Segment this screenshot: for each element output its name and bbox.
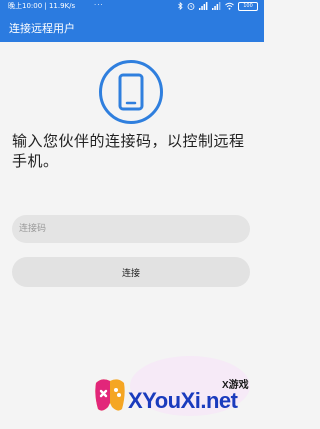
gamepad-logo-icon <box>95 379 125 411</box>
battery-indicator: 100 <box>238 1 258 11</box>
status-icons: 100 <box>178 1 258 11</box>
phone-badge <box>99 60 163 124</box>
watermark-big-text: XYouXi.net <box>128 388 238 413</box>
signal-icon-2 <box>212 2 221 10</box>
connect-button[interactable]: 连接 <box>12 257 250 287</box>
page-title: 连接远程用户 <box>9 22 75 35</box>
instruction-text: 输入您伙伴的连接码，以控制远程手机。 <box>12 132 245 170</box>
wifi-icon <box>225 2 234 10</box>
alarm-icon <box>187 3 195 10</box>
app-bar: 连接远程用户 <box>0 12 264 42</box>
signal-icon <box>199 2 208 10</box>
connection-code-input[interactable] <box>12 215 250 243</box>
more-dots: ··· <box>94 1 104 9</box>
status-bar: 晚上10:00 | 11.9K/s ··· 100 <box>0 0 264 12</box>
phone-icon <box>118 73 144 111</box>
bluetooth-icon <box>178 2 183 10</box>
status-time: 晚上10:00 | 11.9K/s <box>8 2 76 10</box>
